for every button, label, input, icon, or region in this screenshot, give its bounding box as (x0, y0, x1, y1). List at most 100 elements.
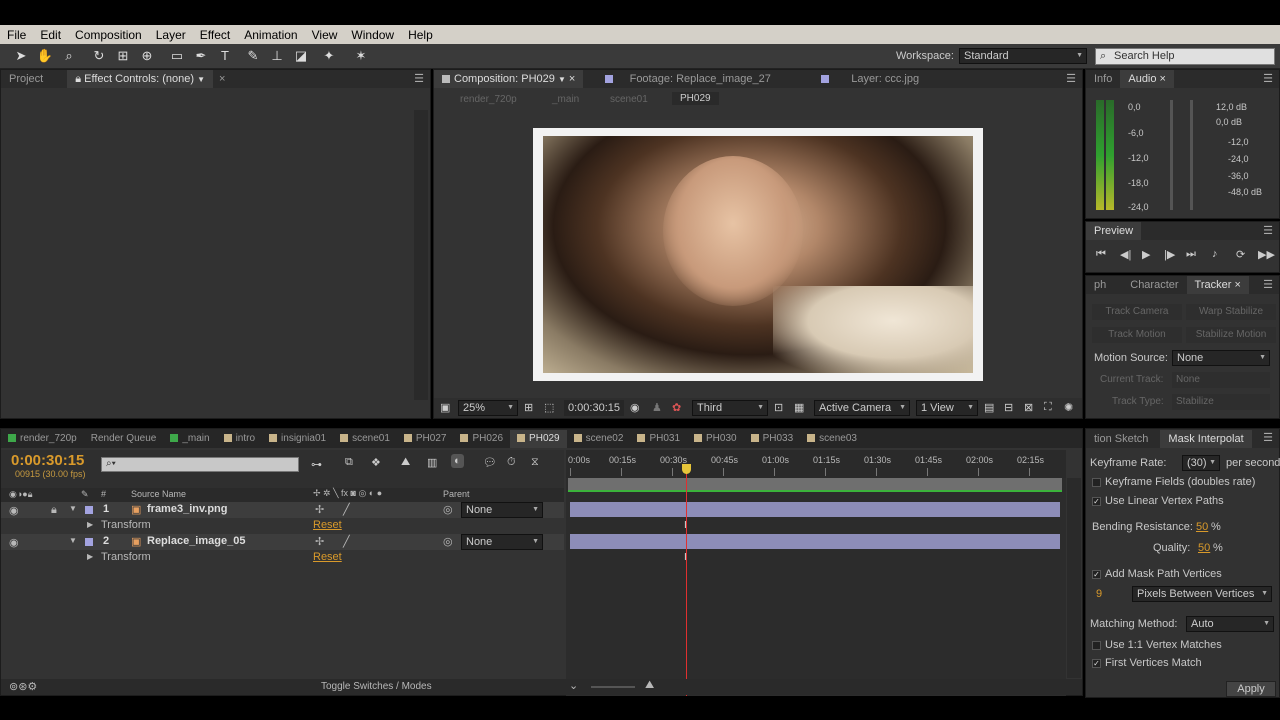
ram-preview-icon[interactable]: ▶▶ (1258, 248, 1275, 261)
keyframe-marker-icon[interactable]: I (684, 552, 687, 563)
timeline-tab[interactable]: scene02 (567, 430, 631, 448)
vertex-mode-dropdown[interactable]: Pixels Between Vertices (1132, 586, 1272, 602)
menu-effect[interactable]: Effect (193, 28, 237, 42)
warp-stabilize-button[interactable]: Warp Stabilize (1186, 304, 1276, 320)
panel-menu-icon[interactable]: ☰ (1263, 278, 1273, 291)
workspace-dropdown[interactable]: Standard (959, 48, 1087, 64)
layer-property-row[interactable]: ▶ Transform Reset (1, 518, 564, 534)
source-name-header[interactable]: Source Name (131, 489, 186, 499)
zoom-slider[interactable] (591, 686, 635, 688)
scrollbar[interactable] (414, 110, 428, 400)
vertex-count-value[interactable]: 9 (1096, 588, 1102, 600)
loop-icon[interactable]: ⟳ (1236, 248, 1245, 261)
checkbox-checked-icon[interactable]: ✓ (1092, 569, 1101, 579)
toggle-switches-modes-button[interactable]: Toggle Switches / Modes (321, 681, 432, 692)
layer-row[interactable]: ◉ 🔒︎ ▼ 1 ▣ frame3_inv.png ✢ ╱ ◎ None (1, 502, 564, 518)
menu-view[interactable]: View (305, 28, 345, 42)
quality-switch-icon[interactable]: ╱ (343, 503, 350, 516)
quality-value[interactable]: 50 (1198, 542, 1210, 554)
region-of-interest-icon[interactable]: ⬚ (544, 401, 554, 414)
frame-blending-icon[interactable]: ▥ (427, 456, 437, 469)
bending-resistance-value[interactable]: 50 (1196, 521, 1208, 533)
timeline-tab[interactable]: PH031 (630, 430, 687, 448)
expand-triangle-icon[interactable]: ▶ (87, 552, 93, 561)
fast-previews-icon[interactable]: ⊡ (774, 401, 783, 414)
tab-character[interactable]: Character (1122, 276, 1186, 294)
selection-tool-icon[interactable]: ➤ (12, 48, 30, 64)
show-snapshot-icon[interactable]: ♟ (652, 401, 662, 414)
current-time-indicator[interactable] (686, 464, 687, 696)
current-time-display[interactable]: 0:00:30:15 (564, 400, 624, 416)
hide-shy-layers-icon[interactable]: ⛰ (401, 456, 410, 469)
panel-menu-icon[interactable]: ☰ (1263, 431, 1273, 444)
time-graph[interactable]: 0:00s 00:15s 00:30s 00:45s 01:00s 01:15s 01:30… (566, 450, 1066, 696)
tab-layer[interactable]: Layer: ccc.jpg (813, 70, 927, 88)
tab-composition[interactable]: Composition: PH029 ▼ × (434, 70, 584, 88)
timeline-tab[interactable]: PH029 (510, 429, 567, 448)
parent-dropdown[interactable]: None (461, 502, 543, 518)
expand-triangle-icon[interactable]: ▶ (87, 520, 93, 529)
camera-tool-icon[interactable]: ⊞ (114, 48, 132, 64)
expand-triangle-icon[interactable]: ▼ (69, 504, 77, 513)
tab-mask-interpolation[interactable]: Mask Interpolat (1160, 429, 1252, 448)
time-ruler[interactable]: 0:00s 00:15s 00:30s 00:45s 01:00s 01:15s 01:30… (566, 450, 1066, 478)
playhead-handle[interactable] (682, 464, 691, 474)
checkbox-icon[interactable] (1092, 640, 1101, 650)
checkbox-checked-icon[interactable]: ✓ (1092, 496, 1101, 506)
audio-slider-left[interactable] (1170, 100, 1173, 210)
zoom-tool-icon[interactable]: ⌕ (60, 48, 78, 64)
motion-blur-icon[interactable]: ◐ (451, 454, 464, 468)
pan-behind-tool-icon[interactable]: ⊕ (138, 48, 156, 64)
timeline-icon[interactable]: ⊠ (1024, 401, 1033, 414)
hand-tool-icon[interactable]: ✋ (36, 48, 54, 64)
panel-menu-icon[interactable]: ☰ (1263, 224, 1273, 237)
zoom-dropdown[interactable]: 25% (458, 400, 518, 416)
puppet-pin-tool-icon[interactable]: ✶ (352, 48, 370, 64)
graph-editor-icon[interactable]: ⧖ (531, 456, 539, 469)
reset-link[interactable]: Reset (313, 519, 342, 531)
safe-zones-icon[interactable]: ⊞ (524, 401, 533, 414)
shy-switch-icon[interactable]: ✢ (315, 503, 324, 516)
timeline-tab[interactable]: _main (163, 430, 216, 448)
keyframe-marker-icon[interactable]: I (684, 520, 687, 531)
last-frame-icon[interactable]: ⏭ (1186, 248, 1196, 261)
breadcrumb-ph029[interactable]: PH029 (672, 92, 719, 105)
pickwhip-icon[interactable]: ◎ (443, 535, 453, 548)
switches-icon[interactable]: ✢ ✲ ╲ fx ◙ ◎ ◐ ● (313, 488, 382, 499)
parent-dropdown[interactable]: None (461, 534, 543, 550)
first-frame-icon[interactable]: ⏮ (1096, 248, 1106, 261)
eraser-tool-icon[interactable]: ◪ (292, 48, 310, 64)
timeline-tab[interactable]: PH033 (744, 430, 801, 448)
type-tool-icon[interactable]: T (216, 48, 234, 64)
tab-project[interactable]: Project (1, 70, 51, 88)
label-icon[interactable]: ✎ (81, 489, 89, 500)
expand-panes-icon[interactable]: ⊚⊛⚙ (9, 680, 37, 693)
eye-icon[interactable]: ◉◑●🔒︎ (9, 489, 33, 500)
flowchart-icon[interactable]: ⛶ (1044, 401, 1052, 414)
zoom-out-icon[interactable]: ⌄ (569, 679, 578, 692)
add-vertices-checkbox[interactable]: ✓ Add Mask Path Vertices (1092, 568, 1222, 580)
track-type-dropdown[interactable]: Stabilize (1172, 394, 1270, 410)
brainstorm-icon[interactable]: 💬︎ (483, 456, 497, 469)
panel-menu-icon[interactable]: ☰ (1263, 72, 1273, 85)
tab-footage[interactable]: Footage: Replace_image_27 (597, 70, 779, 88)
view-layout-dropdown[interactable]: 1 View (916, 400, 978, 416)
shy-switch-icon[interactable]: ✢ (315, 535, 324, 548)
checkbox-icon[interactable] (1092, 477, 1101, 487)
audio-slider-right[interactable] (1190, 100, 1193, 210)
next-frame-icon[interactable]: |▶ (1164, 248, 1175, 261)
camera-dropdown[interactable]: Active Camera (814, 400, 910, 416)
live-update-icon[interactable]: ⧉ (345, 456, 353, 469)
menu-composition[interactable]: Composition (68, 28, 149, 42)
motion-source-dropdown[interactable]: None (1172, 350, 1270, 366)
tab-paragraph[interactable]: ph (1086, 276, 1114, 294)
comp-mini-flowchart-icon[interactable]: ⊶ (311, 458, 322, 471)
timeline-tab[interactable]: Render Queue (84, 430, 164, 448)
expand-triangle-icon[interactable]: ▼ (69, 536, 77, 545)
exposure-icon[interactable]: ✺ (1064, 401, 1073, 414)
timeline-tab[interactable]: PH027 (397, 430, 454, 448)
toggle-pixel-aspect-icon[interactable]: ▤ (984, 401, 994, 414)
timeline-tab[interactable]: insignia01 (262, 430, 333, 448)
search-help-input[interactable]: ⌕ Search Help (1095, 48, 1275, 65)
label-swatch[interactable] (85, 538, 93, 546)
